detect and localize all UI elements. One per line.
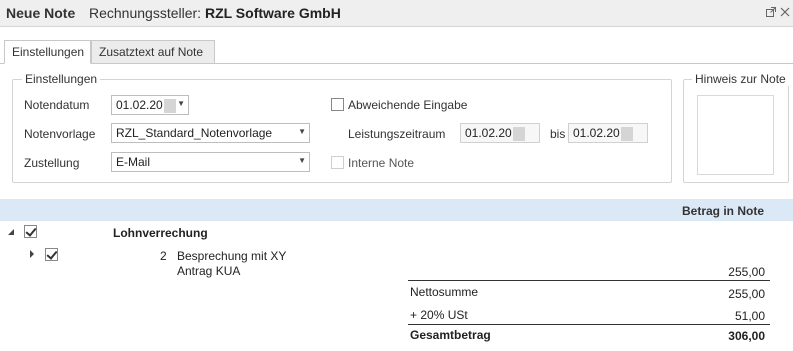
bis-label: bis — [550, 127, 566, 141]
ust-value: 51,00 — [734, 309, 765, 323]
item-checkbox[interactable] — [45, 248, 58, 261]
notenvorlage-value: RZL_Standard_Notenvorlage — [116, 126, 273, 140]
hinweis-textarea[interactable] — [697, 95, 774, 175]
collapse-arrow-icon[interactable] — [7, 228, 15, 238]
column-header-betrag[interactable]: Betrag in Note — [682, 204, 764, 218]
notendatum-value: 01.02.20 — [116, 98, 163, 112]
redacted-block — [163, 98, 176, 113]
chevron-down-icon: ▼ — [298, 156, 306, 165]
abweichende-label: Abweichende Eingabe — [348, 98, 468, 112]
popout-icon[interactable] — [766, 7, 776, 17]
leistungszeitraum-to-value: 01.02.20 — [573, 126, 620, 140]
notenvorlage-label: Notenvorlage — [24, 127, 96, 141]
totals-divider-bottom — [408, 324, 770, 325]
notendatum-picker[interactable]: 01.02.20 ▼ — [111, 95, 189, 115]
item-number: 2 — [160, 249, 167, 263]
settings-group-title: Einstellungen — [22, 72, 101, 86]
gesamt-label: Gesamtbetrag — [410, 328, 491, 342]
leistungszeitraum-to-field[interactable]: 01.02.20 — [568, 123, 648, 143]
item-description-line1: Besprechung mit XY — [177, 249, 287, 263]
zustellung-value: E-Mail — [116, 155, 151, 169]
redacted-block — [620, 126, 633, 141]
close-icon[interactable] — [780, 7, 790, 17]
totals-divider-top — [408, 280, 770, 281]
item-description-line2: Antrag KUA — [177, 264, 241, 278]
window-subtitle: Rechnungssteller: RZL Software GmbH — [89, 5, 341, 21]
interne-checkbox[interactable] — [331, 156, 344, 169]
notendatum-label: Notendatum — [24, 98, 90, 112]
abweichende-checkbox[interactable] — [331, 98, 344, 111]
zustellung-select[interactable]: E-Mail ▼ — [111, 152, 310, 172]
group-label: Lohnverrechung — [113, 226, 208, 240]
subtitle-prefix: Rechnungssteller: — [89, 5, 202, 21]
leistungszeitraum-from-field[interactable]: 01.02.20 — [460, 123, 540, 143]
notenvorlage-select[interactable]: RZL_Standard_Notenvorlage ▼ — [111, 123, 310, 143]
interne-label: Interne Note — [348, 156, 415, 170]
tab-zusatztext[interactable]: Zusatztext auf Note — [91, 40, 215, 64]
redacted-block — [512, 126, 525, 141]
group-checkbox[interactable] — [24, 225, 37, 238]
leistungszeitraum-label: Leistungszeitraum — [348, 127, 446, 141]
gesamt-value: 306,00 — [728, 329, 765, 343]
item-amount: 255,00 — [728, 265, 765, 279]
grid-header — [0, 199, 793, 221]
chevron-down-icon: ▼ — [177, 99, 185, 108]
window-title: Neue Note — [6, 5, 76, 21]
expand-arrow-icon[interactable] — [29, 250, 35, 260]
netto-value: 255,00 — [728, 287, 765, 301]
hinweis-group-title: Hinweis zur Note — [692, 72, 789, 86]
netto-label: Nettosumme — [410, 285, 479, 299]
leistungszeitraum-from-value: 01.02.20 — [465, 126, 512, 140]
subtitle-company: RZL Software GmbH — [204, 5, 341, 21]
zustellung-label: Zustellung — [24, 156, 80, 170]
tab-einstellungen[interactable]: Einstellungen — [4, 40, 91, 64]
ust-label: + 20% USt — [410, 308, 468, 322]
chevron-down-icon: ▼ — [298, 127, 306, 136]
